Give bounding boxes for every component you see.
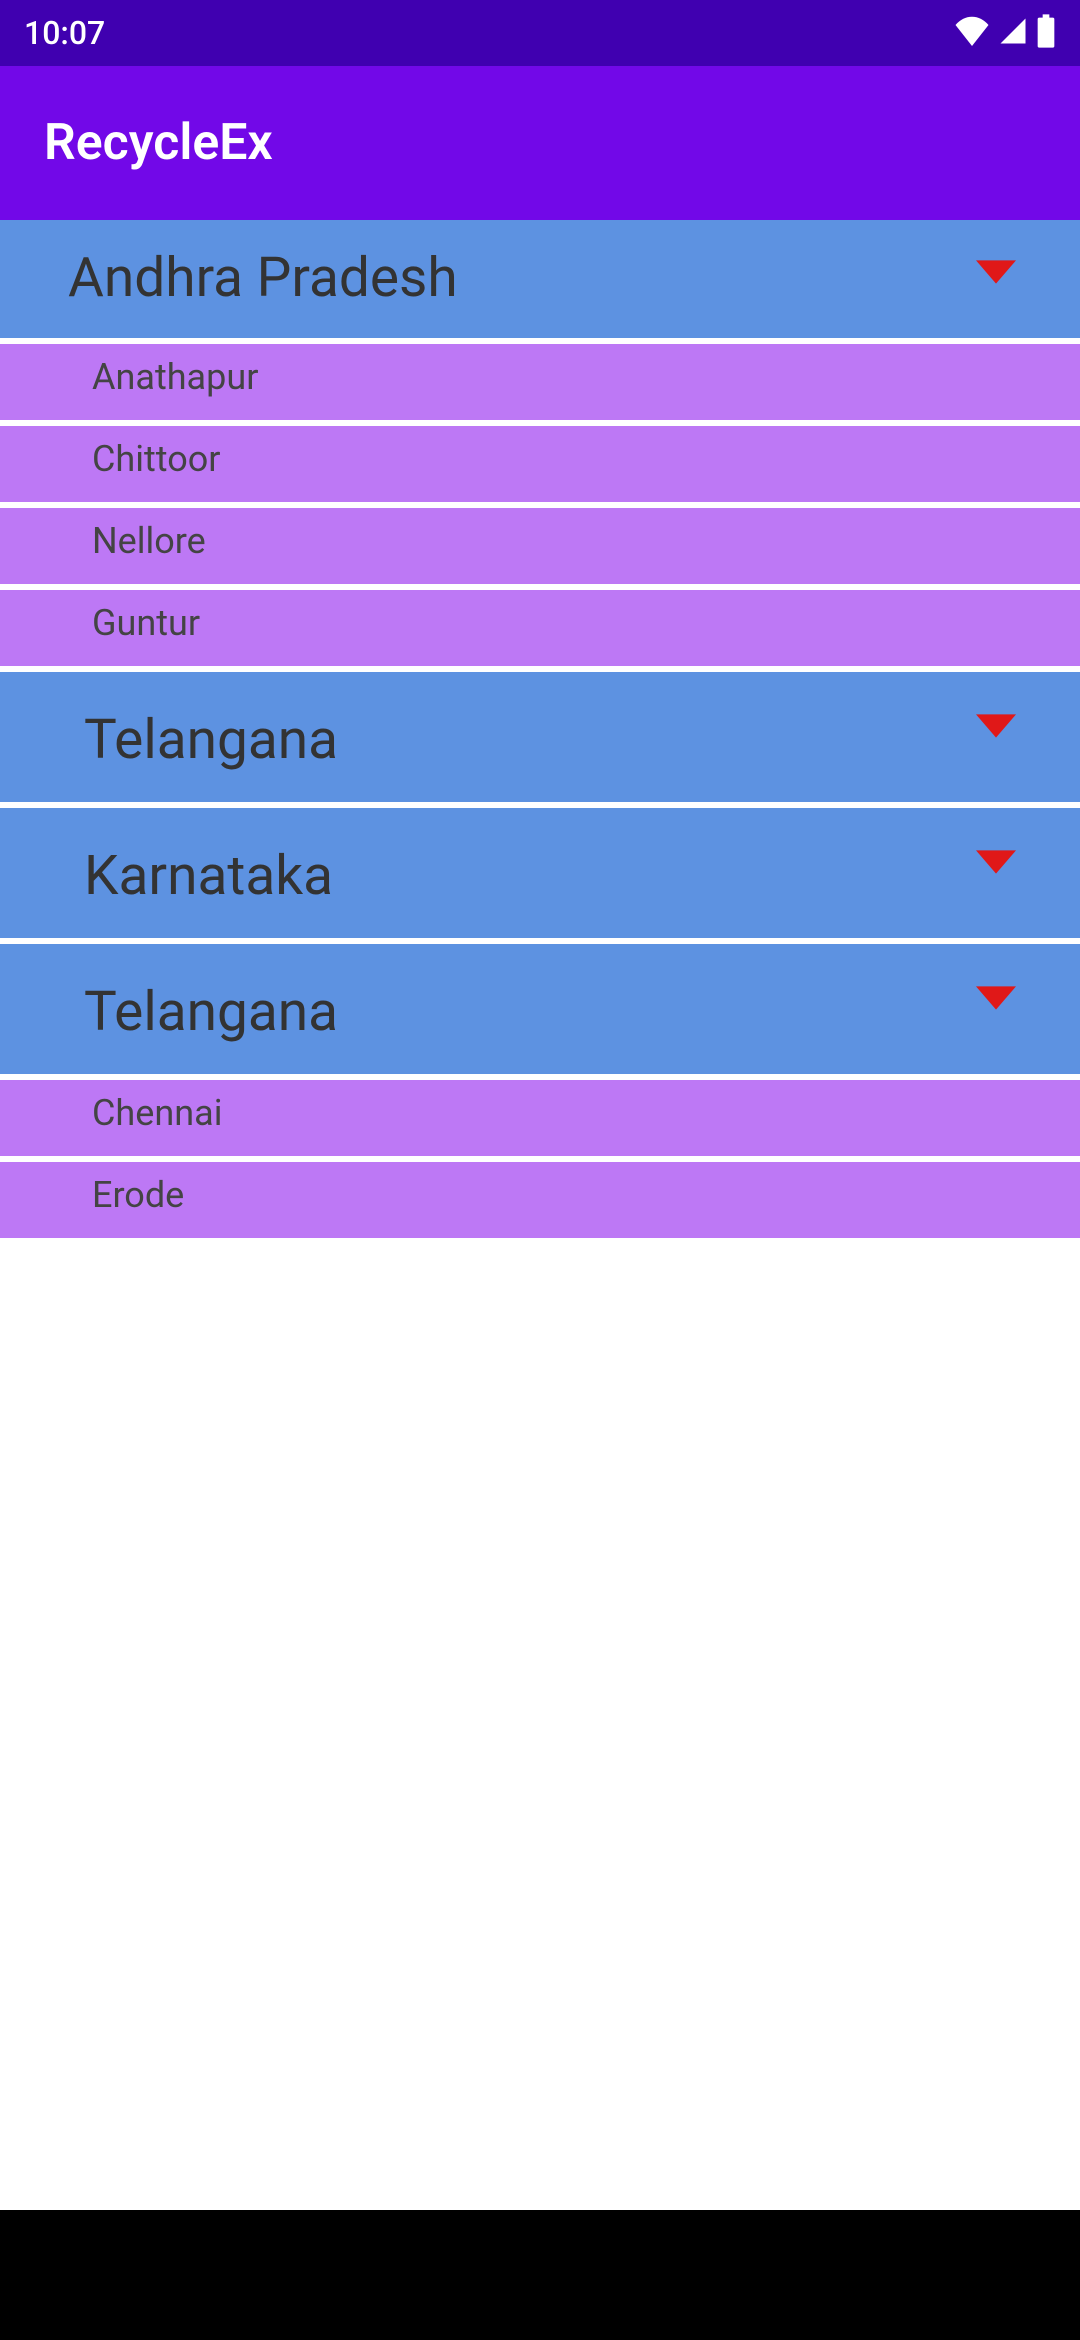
dropdown-icon [976, 850, 1016, 878]
group-label: Telangana [68, 694, 338, 772]
dropdown-icon [976, 260, 1016, 288]
list-item[interactable]: Chennai [0, 1080, 1080, 1162]
group-label: Telangana [68, 966, 338, 1044]
dropdown-icon [976, 986, 1016, 1014]
home-button[interactable] [521, 2251, 565, 2299]
group-header-telangana[interactable]: Telangana [0, 672, 1080, 808]
battery-icon [1036, 14, 1056, 52]
list-item[interactable]: Chittoor [0, 426, 1080, 508]
wifi-icon [954, 16, 990, 50]
child-label: Chittoor [92, 438, 220, 480]
group-label: Karnataka [68, 830, 333, 908]
list-item[interactable]: Erode [0, 1162, 1080, 1244]
navigation-bar [0, 2210, 1080, 2340]
status-time: 10:07 [24, 14, 105, 52]
group-label: Andhra Pradesh [68, 240, 458, 310]
recent-apps-button[interactable] [803, 2254, 841, 2296]
list-item[interactable]: Nellore [0, 508, 1080, 590]
list-container[interactable]: Andhra Pradesh Anathapur Chittoor Nellor… [0, 220, 1080, 1244]
child-label: Guntur [92, 602, 200, 644]
list-item[interactable]: Guntur [0, 590, 1080, 672]
app-title: RecycleEx [44, 114, 273, 172]
group-header-andhra-pradesh[interactable]: Andhra Pradesh [0, 220, 1080, 344]
child-label: Erode [92, 1174, 184, 1216]
group-header-telangana-2[interactable]: Telangana [0, 944, 1080, 1080]
child-label: Chennai [92, 1092, 222, 1134]
child-label: Anathapur [92, 356, 258, 398]
dropdown-icon [976, 714, 1016, 742]
status-bar: 10:07 [0, 0, 1080, 66]
group-header-karnataka[interactable]: Karnataka [0, 808, 1080, 944]
signal-icon [998, 16, 1028, 50]
child-label: Nellore [92, 520, 206, 562]
back-button[interactable] [239, 2251, 283, 2299]
app-bar: RecycleEx [0, 66, 1080, 220]
list-item[interactable]: Anathapur [0, 344, 1080, 426]
status-icons [954, 14, 1056, 52]
